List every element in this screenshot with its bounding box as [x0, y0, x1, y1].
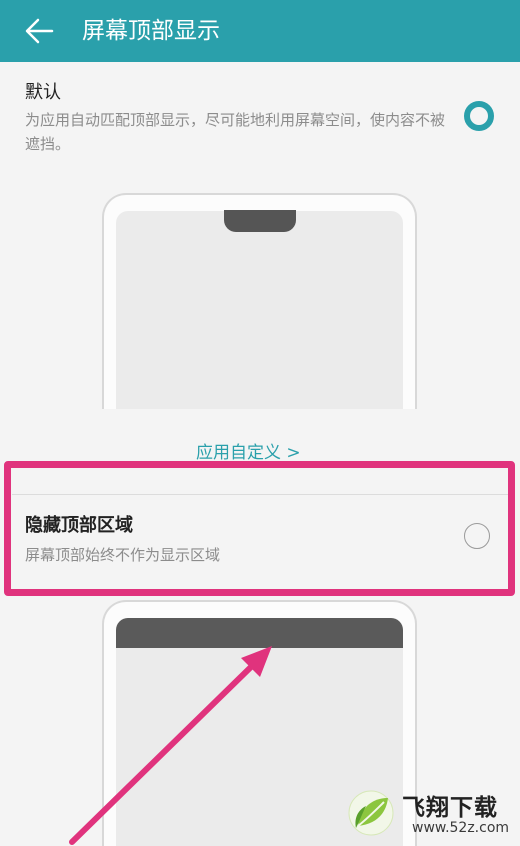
back-button[interactable]: [18, 13, 58, 49]
app-custom-link[interactable]: 应用自定义 >: [196, 441, 301, 461]
watermark-url: www.52z.com: [412, 820, 510, 836]
option-hide-top-radio[interactable]: [464, 523, 490, 549]
screen-area: [116, 211, 403, 409]
phone-illustration-default: [102, 193, 417, 409]
option-default-radio[interactable]: [464, 101, 494, 131]
option-hide-top-description: 屏幕顶部始终不作为显示区域: [25, 546, 221, 564]
app-bar: 屏幕顶部显示: [0, 0, 520, 62]
option-hide-top-title: 隐藏顶部区域: [25, 515, 133, 536]
hidden-top-bar: [116, 618, 403, 648]
page-title: 屏幕顶部显示: [82, 18, 220, 44]
option-default-description: 为应用自动匹配顶部显示，尽可能地利用屏幕空间，使内容不被遮挡。: [25, 111, 446, 153]
watermark-brand: 飞翔下载: [402, 795, 498, 821]
divider: [12, 494, 508, 495]
notch-icon: [224, 210, 296, 232]
radio-selected-icon: [464, 101, 494, 131]
leaf-logo-icon: [348, 790, 394, 836]
option-default-title: 默认: [25, 82, 61, 103]
arrow-left-icon: [25, 18, 54, 44]
watermark: 飞翔下载 www.52z.com: [346, 786, 516, 844]
